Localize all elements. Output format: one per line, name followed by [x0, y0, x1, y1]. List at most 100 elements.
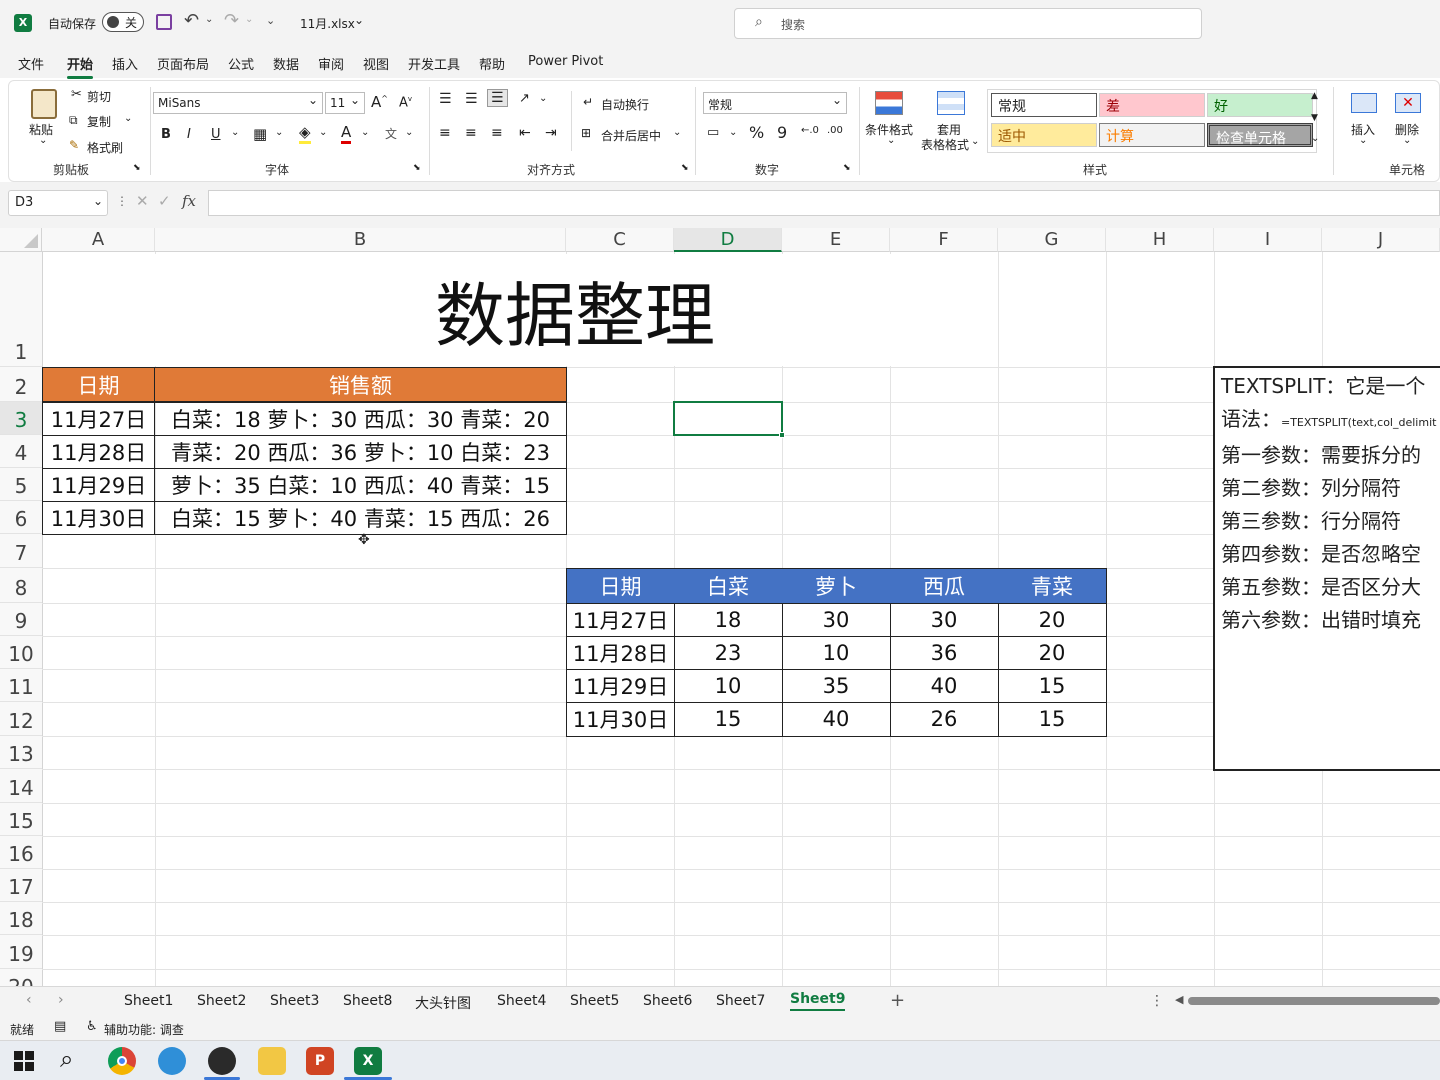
row-header-8[interactable]: 8 [0, 568, 42, 603]
sheet-bar-more-icon[interactable]: ⋮ [1150, 993, 1164, 1009]
undo-icon[interactable]: ↶ [184, 10, 199, 31]
sheet-tab-sheet5[interactable]: Sheet5 [570, 993, 619, 1009]
table2-header-date[interactable]: 日期 [566, 568, 675, 604]
row-header-17[interactable]: 17 [0, 869, 42, 902]
table2-row2-greens[interactable]: 20 [998, 636, 1107, 670]
font-size-select[interactable]: 11 [325, 92, 365, 114]
excel-taskbar-icon[interactable]: X [354, 1047, 382, 1075]
align-bottom-icon[interactable]: ☰ [487, 89, 508, 107]
column-header-f[interactable]: F [890, 228, 998, 252]
delete-cells-dropdown-icon[interactable]: ⌄ [1403, 135, 1411, 146]
table2-row2-watermelon[interactable]: 36 [890, 636, 999, 670]
bold-icon[interactable]: B [161, 127, 171, 142]
formula-bar-more-icon[interactable]: ⋮ [116, 194, 128, 208]
row-header-15[interactable]: 15 [0, 803, 42, 836]
table2-row3-greens[interactable]: 15 [998, 669, 1107, 703]
tab-file[interactable]: 文件 [18, 54, 44, 73]
insert-cells-icon[interactable] [1351, 93, 1377, 113]
format-painter-icon[interactable]: ✎ [69, 138, 79, 152]
row-header-6[interactable]: 6 [0, 501, 42, 534]
tab-help[interactable]: 帮助 [479, 54, 505, 73]
percent-icon[interactable]: % [749, 123, 764, 142]
decrease-decimal-icon[interactable]: .00 [827, 125, 843, 136]
merge-center-icon[interactable]: ⊞ [581, 126, 591, 140]
table2-row2-date[interactable]: 11月28日 [566, 636, 675, 670]
format-as-table-label-2[interactable]: 表格格式 [921, 136, 969, 153]
style-good[interactable]: 好 [1207, 93, 1313, 117]
table2-row1-cabbage[interactable]: 18 [674, 603, 783, 637]
save-icon[interactable] [156, 14, 172, 30]
row-header-18[interactable]: 18 [0, 902, 42, 935]
italic-icon[interactable]: I [187, 127, 191, 142]
column-header-i[interactable]: I [1214, 228, 1322, 252]
table2-row4-cabbage[interactable]: 15 [674, 702, 783, 737]
customize-qat-icon[interactable]: ⌄ [266, 14, 275, 27]
table2-row4-watermelon[interactable]: 26 [890, 702, 999, 737]
row-header-2[interactable]: 2 [0, 367, 42, 402]
column-header-h[interactable]: H [1106, 228, 1214, 252]
format-painter-button[interactable]: 格式刷 [87, 139, 123, 156]
sheet-tab-sheet6[interactable]: Sheet6 [643, 993, 692, 1009]
cut-button[interactable]: 剪切 [87, 88, 111, 105]
chrome-icon[interactable] [108, 1047, 136, 1075]
macro-record-icon[interactable]: ▤ [54, 1019, 66, 1034]
redo-icon[interactable]: ↷ [224, 10, 239, 31]
sheet-tab-sheet3[interactable]: Sheet3 [270, 993, 319, 1009]
horizontal-scrollbar[interactable] [1188, 997, 1440, 1005]
merge-center-dropdown-icon[interactable]: ⌄ [673, 127, 681, 138]
edge-icon[interactable] [158, 1047, 186, 1075]
formula-input[interactable] [208, 190, 1440, 216]
accounting-format-icon[interactable]: ▭ [707, 125, 719, 140]
table2-row2-cabbage[interactable]: 23 [674, 636, 783, 670]
table2-header-greens[interactable]: 青菜 [998, 568, 1107, 604]
tab-developer[interactable]: 开发工具 [408, 54, 460, 73]
table2-row3-radish[interactable]: 35 [782, 669, 891, 703]
sheet-tab-sheet8[interactable]: Sheet8 [343, 993, 392, 1009]
cancel-entry-icon[interactable]: ✕ [136, 192, 149, 210]
paste-icon[interactable] [31, 89, 57, 119]
align-middle-icon[interactable]: ☰ [465, 91, 478, 107]
insert-cells-dropdown-icon[interactable]: ⌄ [1359, 135, 1367, 146]
table2-header-radish[interactable]: 萝卜 [782, 568, 891, 604]
phonetic-dropdown-icon[interactable]: ⌄ [405, 127, 413, 138]
tab-review[interactable]: 审阅 [318, 54, 344, 73]
accounting-dropdown-icon[interactable]: ⌄ [729, 127, 737, 138]
style-normal[interactable]: 常规 [991, 93, 1097, 117]
taskbar-search-icon[interactable]: ⌕ [60, 1045, 73, 1073]
tab-data[interactable]: 数据 [273, 54, 299, 73]
copy-icon[interactable]: ⧉ [69, 113, 78, 128]
row-header-4[interactable]: 4 [0, 435, 42, 468]
conditional-format-dropdown-icon[interactable]: ⌄ [887, 135, 895, 146]
font-name-select[interactable]: MiSans [153, 92, 323, 114]
styles-scroll-down-icon[interactable]: ▼ [1311, 113, 1318, 123]
column-header-a[interactable]: A [42, 228, 155, 252]
column-header-e[interactable]: E [782, 228, 890, 252]
row-header-12[interactable]: 12 [0, 702, 42, 736]
underline-dropdown-icon[interactable]: ⌄ [231, 127, 239, 138]
column-header-c[interactable]: C [566, 228, 674, 252]
table2-header-cabbage[interactable]: 白菜 [674, 568, 783, 604]
phonetic-icon[interactable]: 文 [385, 125, 397, 142]
windows-start-icon[interactable] [14, 1051, 34, 1071]
table2-row1-radish[interactable]: 30 [782, 603, 891, 637]
row-header-13[interactable]: 13 [0, 736, 42, 769]
obs-icon[interactable] [208, 1047, 236, 1075]
table2-row2-radish[interactable]: 10 [782, 636, 891, 670]
sheet-tab-pin-chart[interactable]: 大头针图 [415, 993, 471, 1013]
file-name[interactable]: 11月.xlsx [300, 15, 355, 32]
accessibility-icon[interactable]: ♿ [86, 1019, 98, 1034]
tab-view[interactable]: 视图 [363, 54, 389, 73]
align-top-icon[interactable]: ☰ [439, 91, 452, 107]
tab-page-layout[interactable]: 页面布局 [157, 54, 209, 73]
table1-header-sales[interactable]: 销售额 [155, 367, 567, 402]
table2-row1-greens[interactable]: 20 [998, 603, 1107, 637]
borders-dropdown-icon[interactable]: ⌄ [275, 127, 283, 138]
add-sheet-icon[interactable]: + [890, 990, 905, 1011]
table1-cell-a5[interactable]: 11月29日 [42, 468, 155, 502]
row-header-1[interactable]: 1 [0, 252, 42, 367]
search-box[interactable]: ⌕ 搜索 [734, 8, 1202, 39]
table1-header-date[interactable]: 日期 [42, 367, 155, 402]
worksheet-grid[interactable]: A B C D E F G H I J 1 2 3 4 5 6 7 8 9 10… [0, 228, 1440, 986]
borders-icon[interactable]: ▦ [253, 125, 267, 143]
sheet-tab-sheet2[interactable]: Sheet2 [197, 993, 246, 1009]
